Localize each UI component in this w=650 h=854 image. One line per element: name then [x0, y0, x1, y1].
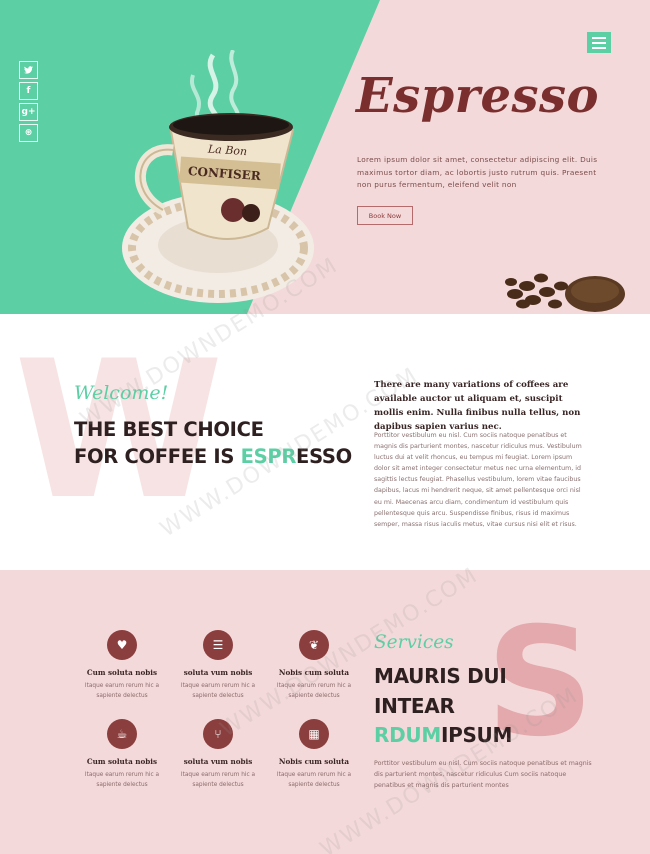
list-icon: ☰	[203, 630, 233, 660]
cup-icon: ☕	[107, 719, 137, 749]
welcome-heading-line1: THE BEST CHOICE	[74, 418, 264, 441]
welcome-heading-accent: ESPR	[240, 445, 297, 468]
welcome-heading: THE BEST CHOICE FOR COFFEE IS ESPRESSO	[74, 416, 352, 470]
services-label: Services	[374, 632, 454, 653]
service-text: Itaque earum rerum hic a sapiente delect…	[180, 683, 256, 699]
book-now-button[interactable]: Book Now	[357, 206, 413, 225]
service-item[interactable]: ☰ soluta vum nobis Itaque earum rerum hi…	[168, 630, 268, 701]
services-body-text: Porttitor vestibulum eu nisl. Cum sociis…	[374, 760, 592, 789]
service-text: Itaque earum rerum hic a sapiente delect…	[84, 772, 160, 788]
service-text: Itaque earum rerum hic a sapiente delect…	[84, 683, 160, 699]
dribbble-icon[interactable]: ⊛	[19, 124, 38, 142]
welcome-label: Welcome!	[74, 382, 169, 404]
service-title: soluta vum nobis	[183, 668, 253, 677]
grid-icon: ▦	[299, 719, 329, 749]
service-item[interactable]: ❦ Nobis cum soluta Itaque earum rerum hi…	[264, 630, 364, 701]
social-links: f g+ ⊛	[19, 61, 38, 142]
services-heading-line1: MAURIS DUI	[374, 664, 507, 688]
welcome-lead-text: There are many variations of coffees are…	[374, 380, 581, 432]
welcome-body-text: Porttitor vestibulum eu nisl. Cum sociis…	[374, 432, 582, 528]
welcome-section: W Welcome! THE BEST CHOICE FOR COFFEE IS…	[0, 314, 650, 570]
service-item[interactable]: ▦ Nobis cum soluta Itaque earum rerum hi…	[264, 719, 364, 790]
services-heading: MAURIS DUI INTEAR RDUMIPSUM	[374, 662, 512, 751]
cutlery-icon: ⑂	[203, 719, 233, 749]
facebook-glyph: f	[26, 86, 31, 96]
hero-section: f g+ ⊛ CONFISER La Bon Espresso Lorem ip…	[0, 0, 650, 314]
hamburger-menu-icon[interactable]	[587, 32, 611, 53]
leaf-icon: ❦	[299, 630, 329, 660]
facebook-icon[interactable]: f	[19, 82, 38, 100]
service-item[interactable]: ⑂ soluta vum nobis Itaque earum rerum hi…	[168, 719, 268, 790]
services-heading-post: IPSUM	[440, 723, 513, 747]
service-text: Itaque earum rerum hic a sapiente delect…	[276, 772, 352, 788]
hero-description: Lorem ipsum dolor sit amet, consectetur …	[357, 155, 598, 189]
service-item[interactable]: ♥ Cum soluta nobis Itaque earum rerum hi…	[72, 630, 172, 701]
service-title: Nobis cum soluta	[278, 668, 350, 677]
services-heading-accent: RDUM	[374, 723, 441, 747]
coffee-beans-image	[503, 264, 629, 314]
dribbble-glyph: ⊛	[24, 128, 33, 138]
service-item[interactable]: ☕ Cum soluta nobis Itaque earum rerum hi…	[72, 719, 172, 790]
heart-icon: ♥	[107, 630, 137, 660]
welcome-heading-post: ESSO	[296, 445, 352, 468]
google-plus-icon[interactable]: g+	[19, 103, 38, 121]
service-title: soluta vum nobis	[183, 757, 253, 766]
service-title: Cum soluta nobis	[86, 757, 158, 766]
welcome-heading-line2: FOR COFFEE IS	[74, 445, 241, 468]
coffee-cup-image: CONFISER La Bon	[118, 49, 338, 314]
hero-title: Espresso	[356, 68, 600, 124]
service-title: Nobis cum soluta	[278, 757, 350, 766]
google-plus-glyph: g+	[21, 107, 36, 117]
services-heading-line2: INTEAR	[374, 693, 455, 718]
twitter-icon[interactable]	[19, 61, 38, 79]
service-text: Itaque earum rerum hic a sapiente delect…	[276, 683, 352, 699]
service-text: Itaque earum rerum hic a sapiente delect…	[180, 772, 256, 788]
services-section: S ♥ Cum soluta nobis Itaque earum rerum …	[0, 570, 650, 854]
service-title: Cum soluta nobis	[86, 668, 158, 677]
